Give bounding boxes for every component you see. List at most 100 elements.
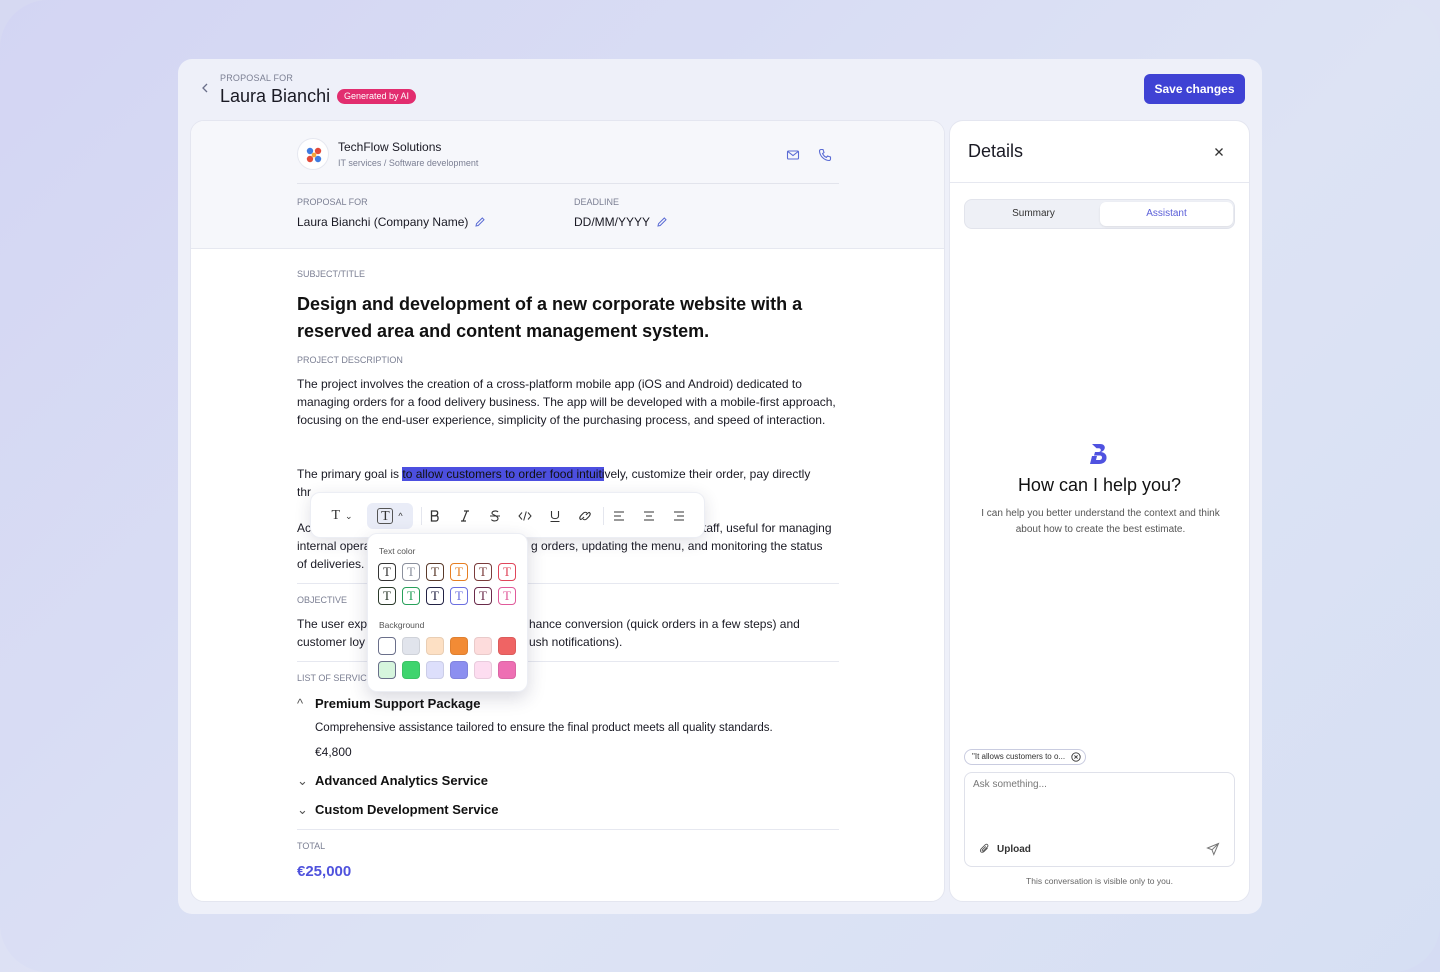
code-icon[interactable] bbox=[517, 503, 533, 529]
background-color-swatch[interactable] bbox=[450, 637, 468, 655]
color-picker-popover: Text color TTTTTT TTTTTT Background bbox=[367, 533, 528, 692]
paperclip-icon bbox=[979, 843, 989, 853]
service-item-advanced-analytics[interactable]: ⌄ Advanced Analytics Service bbox=[297, 773, 488, 789]
service-price: €4,800 bbox=[315, 745, 352, 759]
objective-label: OBJECTIVE bbox=[297, 595, 348, 605]
text-color-swatch[interactable]: T bbox=[426, 563, 444, 581]
divider bbox=[950, 182, 1249, 183]
page-title: Laura Bianchi bbox=[220, 86, 331, 106]
text-color-swatch[interactable]: T bbox=[402, 587, 420, 605]
proposal-title[interactable]: Design and development of a new corporat… bbox=[297, 291, 817, 345]
text-color-swatch[interactable]: T bbox=[498, 563, 516, 581]
goal-text-line2: thr bbox=[297, 485, 312, 499]
text-color-button[interactable]: T ^ bbox=[367, 503, 413, 529]
proposal-for-value: Laura Bianchi (Company Name) bbox=[297, 215, 469, 229]
align-center-icon[interactable] bbox=[641, 503, 657, 529]
background-label: Background bbox=[379, 620, 425, 630]
background-color-swatch[interactable] bbox=[498, 661, 516, 679]
text-fragment: internal opera bbox=[297, 539, 371, 553]
edit-pencil-icon[interactable] bbox=[474, 216, 486, 228]
strikethrough-icon[interactable] bbox=[487, 503, 503, 529]
link-icon[interactable] bbox=[577, 503, 593, 529]
text-color-swatch[interactable]: T bbox=[474, 587, 492, 605]
toolbar-separator bbox=[603, 507, 604, 525]
deadline-label: DEADLINE bbox=[574, 197, 620, 207]
text-color-swatch[interactable]: T bbox=[426, 587, 444, 605]
text-fragment: hance conversion (quick orders in a few … bbox=[529, 617, 800, 631]
tab-assistant[interactable]: Assistant bbox=[1100, 202, 1233, 226]
text-color-swatch[interactable]: T bbox=[402, 563, 420, 581]
header: PROPOSAL FOR Laura Bianchi Generated by … bbox=[178, 59, 1262, 119]
header-eyebrow: PROPOSAL FOR bbox=[220, 73, 294, 83]
text-color-swatch[interactable]: T bbox=[450, 563, 468, 581]
edit-pencil-icon[interactable] bbox=[656, 216, 668, 228]
subject-label: SUBJECT/TITLE bbox=[297, 269, 366, 279]
objective-paragraph-end[interactable]: hance conversion (quick orders in a few … bbox=[529, 615, 849, 651]
background-color-swatch[interactable] bbox=[402, 661, 420, 679]
background-color-swatch[interactable] bbox=[426, 661, 444, 679]
total-value: €25,000 bbox=[297, 863, 352, 880]
description-paragraph[interactable]: The project involves the creation of a c… bbox=[297, 375, 842, 429]
service-item-custom-development[interactable]: ⌄ Custom Development Service bbox=[297, 802, 499, 818]
text-color-swatch[interactable]: T bbox=[450, 587, 468, 605]
underline-icon[interactable] bbox=[547, 503, 563, 529]
background-color-swatch[interactable] bbox=[426, 637, 444, 655]
text-color-swatch[interactable]: T bbox=[378, 563, 396, 581]
text-fragment: customer loy bbox=[297, 635, 366, 649]
background-color-swatch[interactable] bbox=[378, 637, 396, 655]
proposal-for-label: PROPOSAL FOR bbox=[297, 197, 368, 207]
assistant-description: I can help you better understand the con… bbox=[981, 508, 1220, 535]
remove-circle-icon[interactable] bbox=[1071, 752, 1081, 762]
chevron-up-icon: ^ bbox=[297, 696, 304, 711]
text-style-glyph: T bbox=[331, 508, 340, 523]
divider bbox=[297, 829, 839, 830]
ask-box: Upload bbox=[964, 772, 1235, 867]
text-fragment: Ac bbox=[297, 521, 312, 535]
align-left-icon[interactable] bbox=[611, 503, 627, 529]
visibility-note: This conversation is visible only to you… bbox=[1026, 876, 1173, 886]
description-label: PROJECT DESCRIPTION bbox=[297, 355, 403, 365]
text-fragment: g orders, updating the menu, and monitor… bbox=[531, 539, 823, 553]
send-icon[interactable] bbox=[1206, 842, 1220, 856]
ask-input[interactable] bbox=[973, 779, 1228, 829]
assistant-logo-icon bbox=[1090, 444, 1107, 464]
service-name: Custom Development Service bbox=[315, 802, 499, 817]
phone-icon[interactable] bbox=[817, 147, 833, 163]
background-color-swatch[interactable] bbox=[498, 637, 516, 655]
goal-text-before: The primary goal is bbox=[297, 467, 403, 481]
toolbar-separator bbox=[421, 507, 422, 525]
text-color-swatch[interactable]: T bbox=[378, 587, 396, 605]
text-fragment: of deliveries. bbox=[297, 557, 365, 571]
details-tabs: Summary Assistant bbox=[964, 199, 1235, 229]
italic-icon[interactable] bbox=[457, 503, 473, 529]
text-color-swatch[interactable]: T bbox=[498, 587, 516, 605]
company-section: TechFlow Solutions IT services / Softwar… bbox=[191, 121, 944, 249]
company-logo-mark bbox=[306, 147, 322, 163]
upload-button[interactable]: Upload bbox=[979, 843, 1031, 855]
align-right-icon[interactable] bbox=[671, 503, 687, 529]
details-panel: Details Summary Assistant How can I help… bbox=[949, 120, 1250, 902]
background-color-swatch[interactable] bbox=[378, 661, 396, 679]
total-label: TOTAL bbox=[297, 841, 326, 851]
text-style-dropdown[interactable]: T ⌄ bbox=[325, 503, 359, 529]
service-item-premium-support[interactable]: ^ Premium Support Package bbox=[297, 696, 480, 711]
formatting-toolbar: T ⌄ T ^ bbox=[310, 492, 705, 538]
chevron-left-icon[interactable] bbox=[198, 81, 212, 95]
upload-label: Upload bbox=[997, 843, 1031, 855]
tab-summary[interactable]: Summary bbox=[967, 202, 1100, 226]
save-button[interactable]: Save changes bbox=[1144, 74, 1245, 104]
objective-paragraph-start[interactable]: The user exp customer loy bbox=[297, 615, 377, 651]
mail-icon[interactable] bbox=[785, 147, 801, 163]
chevron-down-icon: ⌄ bbox=[297, 773, 308, 788]
text-color-swatch[interactable]: T bbox=[474, 563, 492, 581]
background-color-swatch[interactable] bbox=[450, 661, 468, 679]
background-color-swatch[interactable] bbox=[474, 637, 492, 655]
company-logo bbox=[297, 138, 329, 170]
assistant-title: How can I help you? bbox=[1017, 475, 1182, 495]
close-icon[interactable] bbox=[1212, 145, 1226, 159]
chip-label: "It allows customers to o... bbox=[972, 752, 1066, 761]
background-color-swatch[interactable] bbox=[402, 637, 420, 655]
bold-icon[interactable] bbox=[427, 503, 443, 529]
background-color-swatch[interactable] bbox=[474, 661, 492, 679]
selected-text[interactable]: to allow customers to order food intuiti bbox=[402, 467, 605, 481]
